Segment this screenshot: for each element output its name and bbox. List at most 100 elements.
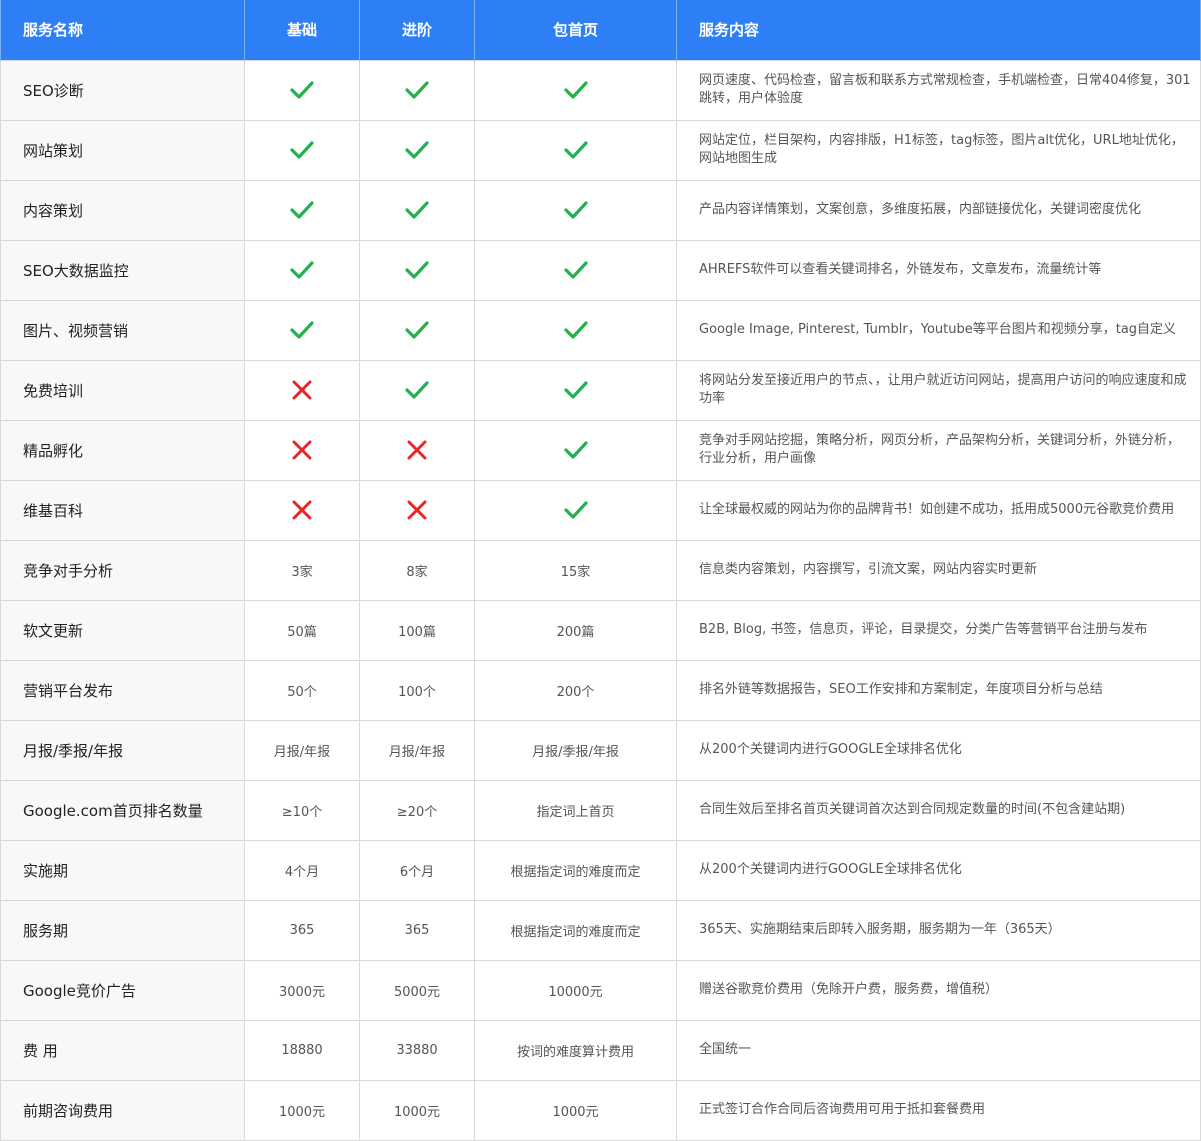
service-content-cell: 赠送谷歌竞价费用（免除开户费，服务费，增值税） (676, 959, 1201, 1021)
advanced-value-cell: 1000元 (359, 1079, 475, 1141)
check-icon (563, 141, 588, 159)
check-icon (405, 141, 429, 159)
service-name-cell: 服务期 (0, 899, 245, 961)
header-service-name: 服务名称 (0, 0, 245, 60)
basic-value-cell: 3家 (244, 539, 360, 601)
header-basic: 基础 (244, 0, 360, 60)
advanced-check-cell (359, 299, 475, 361)
basic-cross-cell (244, 479, 360, 541)
check-icon (563, 381, 588, 399)
service-name-cell: Google竞价广告 (0, 959, 245, 1021)
homepage-value-cell: 月报/季报/年报 (474, 719, 677, 781)
header-homepage: 包首页 (474, 0, 677, 60)
homepage-check-cell (474, 419, 677, 481)
cross-icon (407, 440, 427, 460)
basic-value-cell: 月报/年报 (244, 719, 360, 781)
header-service-content: 服务内容 (676, 0, 1201, 60)
check-icon (563, 201, 588, 219)
basic-check-cell (244, 179, 360, 241)
basic-value-cell: 1000元 (244, 1079, 360, 1141)
advanced-value-cell: 6个月 (359, 839, 475, 901)
basic-check-cell (244, 299, 360, 361)
advanced-check-cell (359, 59, 475, 121)
service-name-cell: 前期咨询费用 (0, 1079, 245, 1141)
service-content-cell: 排名外链等数据报告，SEO工作安排和方案制定，年度项目分析与总结 (676, 659, 1201, 721)
check-icon (290, 201, 314, 219)
check-icon (563, 321, 588, 339)
service-content-cell: 网站定位，栏目架构，内容排版，H1标签，tag标签，图片alt优化，URL地址优… (676, 119, 1201, 181)
advanced-value-cell: 8家 (359, 539, 475, 601)
cross-icon (292, 500, 312, 520)
table-row: 网站策划 网站定位，栏目架构，内容排版，H1标签，tag标签，图片alt优化，UR… (0, 119, 1201, 181)
homepage-value-cell: 根据指定词的难度而定 (474, 899, 677, 961)
basic-value-cell: 3000元 (244, 959, 360, 1021)
homepage-check-cell (474, 299, 677, 361)
header-advanced: 进阶 (359, 0, 475, 60)
cross-icon (292, 380, 312, 400)
basic-cross-cell (244, 419, 360, 481)
homepage-value-cell: 200篇 (474, 599, 677, 661)
table-row: 维基百科 让全球最权威的网站为你的品牌背书！如创建不成功，抵用成5000元谷歌竞价… (0, 479, 1201, 541)
service-name-cell: 图片、视频营销 (0, 299, 245, 361)
service-name-cell: 精品孵化 (0, 419, 245, 481)
advanced-value-cell: 33880 (359, 1019, 475, 1081)
basic-value-cell: 50个 (244, 659, 360, 721)
service-content-cell: 将网站分发至接近用户的节点、，让用户就近访问网站，提高用户访问的响应速度和成功率 (676, 359, 1201, 421)
check-icon (405, 81, 429, 99)
basic-value-cell: ≥10个 (244, 779, 360, 841)
service-content-cell: 正式签订合作合同后咨询费用可用于抵扣套餐费用 (676, 1079, 1201, 1141)
service-name-cell: 竞争对手分析 (0, 539, 245, 601)
table-row: 软文更新 50篇 100篇 200篇 B2B, Blog, 书签，信息页，评论，目录提交… (0, 599, 1201, 661)
homepage-value-cell: 指定词上首页 (474, 779, 677, 841)
advanced-value-cell: 365 (359, 899, 475, 961)
advanced-value-cell: 100篇 (359, 599, 475, 661)
table-header: 服务名称 基础 进阶 包首页 服务内容 (0, 0, 1201, 60)
basic-check-cell (244, 119, 360, 181)
homepage-value-cell: 根据指定词的难度而定 (474, 839, 677, 901)
advanced-cross-cell (359, 479, 475, 541)
service-content-cell: 从200个关键词内进行GOOGLE全球排名优化 (676, 839, 1201, 901)
service-content-cell: Google Image, Pinterest, Tumblr，Youtube等… (676, 299, 1201, 361)
cross-icon (407, 500, 427, 520)
basic-value-cell: 4个月 (244, 839, 360, 901)
service-content-cell: 让全球最权威的网站为你的品牌背书！如创建不成功，抵用成5000元谷歌竞价费用 (676, 479, 1201, 541)
basic-cross-cell (244, 359, 360, 421)
homepage-check-cell (474, 59, 677, 121)
service-name-cell: 免费培训 (0, 359, 245, 421)
table-row: 前期咨询费用 1000元 1000元 1000元 正式签订合作合同后咨询费用可用于抵扣套… (0, 1079, 1201, 1141)
service-name-cell: Google.com首页排名数量 (0, 779, 245, 841)
service-content-cell: 合同生效后至排名首页关键词首次达到合同规定数量的时间(不包含建站期) (676, 779, 1201, 841)
check-icon (563, 501, 588, 519)
table-row: 费 用 18880 33880 按词的难度算计费用 全国统一 (0, 1019, 1201, 1081)
service-content-cell: 全国统一 (676, 1019, 1201, 1081)
header-row: 服务名称 基础 进阶 包首页 服务内容 (0, 0, 1201, 60)
table-row: 月报/季报/年报 月报/年报 月报/年报 月报/季报/年报 从200个关键词内进行GOO… (0, 719, 1201, 781)
advanced-check-cell (359, 179, 475, 241)
table-row: 精品孵化 竞争对手网站挖掘，策略分析，网页分析，产品架构分析，关键词分析，外链分析… (0, 419, 1201, 481)
table-row: Google.com首页排名数量 ≥10个 ≥20个 指定词上首页 合同生效后至排名首页… (0, 779, 1201, 841)
homepage-value-cell: 15家 (474, 539, 677, 601)
check-icon (290, 321, 314, 339)
homepage-check-cell (474, 359, 677, 421)
check-icon (405, 201, 429, 219)
service-name-cell: 软文更新 (0, 599, 245, 661)
table-row: 图片、视频营销 Google Image, Pinterest, Tumblr，Y… (0, 299, 1201, 361)
advanced-check-cell (359, 119, 475, 181)
service-content-cell: AHREFS软件可以查看关键词排名，外链发布，文章发布，流量统计等 (676, 239, 1201, 301)
homepage-value-cell: 10000元 (474, 959, 677, 1021)
service-content-cell: 从200个关键词内进行GOOGLE全球排名优化 (676, 719, 1201, 781)
table-row: 免费培训 将网站分发至接近用户的节点、，让用户就近访问网站，提高用户访问的响应速度… (0, 359, 1201, 421)
advanced-value-cell: ≥20个 (359, 779, 475, 841)
check-icon (290, 261, 314, 279)
homepage-check-cell (474, 239, 677, 301)
service-name-cell: 月报/季报/年报 (0, 719, 245, 781)
table-row: 内容策划 产品内容详情策划，文案创意，多维度拓展，内部链接优化，关键词密度优化 (0, 179, 1201, 241)
advanced-value-cell: 5000元 (359, 959, 475, 1021)
table-row: 实施期 4个月 6个月 根据指定词的难度而定 从200个关键词内进行GOOGLE全球排名… (0, 839, 1201, 901)
service-name-cell: SEO诊断 (0, 59, 245, 121)
check-icon (563, 441, 588, 459)
table-row: SEO诊断 网页速度、代码检查，留言板和联系方式常规检查，手机端检查，日常404修… (0, 59, 1201, 121)
check-icon (290, 141, 314, 159)
homepage-value-cell: 1000元 (474, 1079, 677, 1141)
service-name-cell: 实施期 (0, 839, 245, 901)
